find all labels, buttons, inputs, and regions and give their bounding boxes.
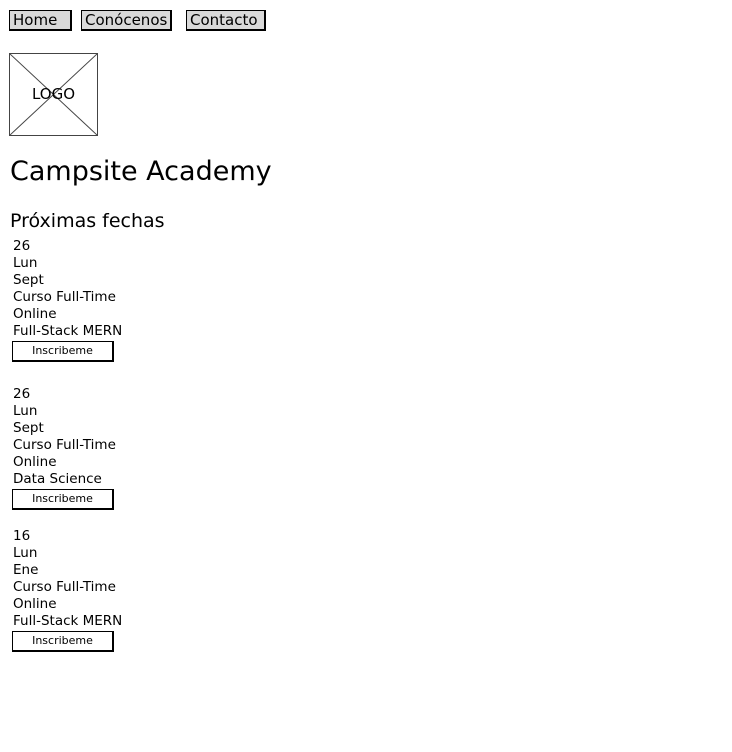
section-title: Próximas fechas bbox=[10, 210, 165, 232]
event-program: Full-Stack MERN bbox=[13, 323, 123, 339]
event-month: Sept bbox=[13, 420, 44, 436]
event-card: 16 Lun Ene Curso Full-Time Online Full-S… bbox=[12, 528, 213, 652]
event-course-type: Curso Full-Time bbox=[13, 289, 116, 305]
event-weekday: Lun bbox=[13, 403, 38, 419]
event-card: 26 Lun Sept Curso Full-Time Online Full-… bbox=[12, 238, 213, 362]
page-title: Campsite Academy bbox=[10, 156, 272, 187]
event-card: 26 Lun Sept Curso Full-Time Online Data … bbox=[12, 386, 213, 510]
event-program: Full-Stack MERN bbox=[13, 613, 123, 629]
event-weekday: Lun bbox=[13, 545, 38, 561]
event-course-type: Curso Full-Time bbox=[13, 579, 116, 595]
event-program: Data Science bbox=[13, 471, 102, 487]
nav-contacto-button[interactable]: Contacto bbox=[186, 10, 266, 31]
event-day: 26 bbox=[13, 386, 31, 402]
logo-placeholder: LOGO bbox=[9, 53, 98, 136]
event-month: Ene bbox=[13, 562, 39, 578]
event-modality: Online bbox=[13, 306, 57, 322]
event-modality: Online bbox=[13, 596, 57, 612]
event-day: 16 bbox=[13, 528, 31, 544]
event-month: Sept bbox=[13, 272, 44, 288]
logo-label: LOGO bbox=[31, 85, 76, 103]
enroll-button[interactable]: Inscribeme bbox=[12, 631, 114, 652]
nav-conocenos-button[interactable]: Conócenos bbox=[81, 10, 172, 31]
event-modality: Online bbox=[13, 454, 57, 470]
enroll-button[interactable]: Inscribeme bbox=[12, 489, 114, 510]
nav-home-button[interactable]: Home bbox=[9, 10, 72, 31]
enroll-button[interactable]: Inscribeme bbox=[12, 341, 114, 362]
event-day: 26 bbox=[13, 238, 31, 254]
event-course-type: Curso Full-Time bbox=[13, 437, 116, 453]
event-weekday: Lun bbox=[13, 255, 38, 271]
